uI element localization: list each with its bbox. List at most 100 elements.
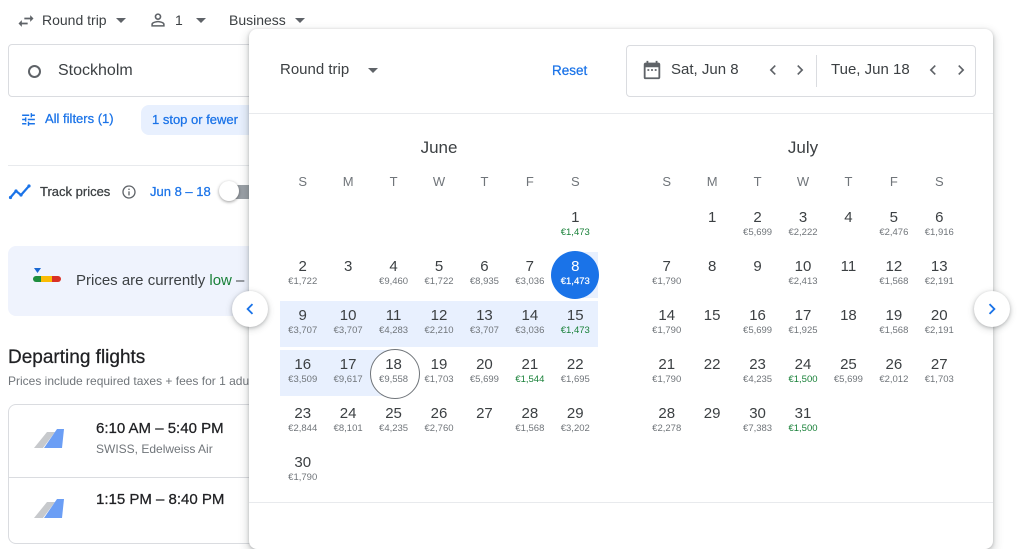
info-icon[interactable]	[121, 184, 137, 200]
calendar-day[interactable]: 4	[826, 203, 871, 249]
calendar-day[interactable]: 18	[826, 301, 871, 347]
calendar-day[interactable]: 15 €1,473	[552, 301, 598, 347]
calendar-empty-cell	[507, 203, 552, 249]
calendar-day[interactable]: 21 €1,544	[507, 350, 552, 396]
calendar-day[interactable]: 1 €1,473	[553, 203, 598, 249]
return-prev-day-chevron-left-icon[interactable]	[923, 60, 943, 80]
price-insight-suffix: –	[231, 272, 245, 289]
departure-date[interactable]: Sat, Jun 8	[671, 61, 739, 79]
calendar-day[interactable]: 26 €2,760	[416, 399, 461, 445]
calendar-day[interactable]: 23 €4,235	[735, 350, 780, 396]
calendar-day[interactable]: 28 €2,278	[644, 399, 689, 445]
date-range-field: Sat, Jun 8 Tue, Jun 18	[626, 45, 976, 97]
calendar-day[interactable]: 19 €1,703	[416, 350, 461, 396]
reset-button[interactable]: Reset	[552, 62, 588, 79]
departure-next-day-chevron-right-icon[interactable]	[790, 60, 810, 80]
calendar-day[interactable]: 14 €3,036	[507, 301, 553, 347]
calendar-day[interactable]: 21 €1,790	[644, 350, 689, 396]
calendar-day[interactable]: 30 €1,790	[280, 448, 325, 494]
calendar-day[interactable]: 2 €1,722	[280, 252, 325, 298]
section-subtitle: Prices include required taxes + fees for…	[8, 374, 256, 388]
calendar-day[interactable]: 10 €2,413	[780, 252, 825, 298]
calendar-day[interactable]: 28 €1,568	[507, 399, 552, 445]
calendar-day[interactable]: 29	[689, 399, 734, 445]
calendar-day[interactable]: 24 €8,101	[325, 399, 370, 445]
previous-month-button[interactable]	[232, 291, 268, 327]
day-number: 4	[844, 209, 853, 226]
calendar-day[interactable]: 1	[689, 203, 734, 249]
calendar-day[interactable]: 16 €3,509	[280, 350, 326, 396]
day-number: 27	[930, 356, 948, 373]
calendar-day[interactable]: 27 €1,703	[917, 350, 962, 396]
day-price: €2,844	[288, 423, 318, 434]
calendar-day[interactable]: 15	[689, 301, 734, 347]
chevron-right-icon	[988, 303, 996, 315]
calendar-day[interactable]: 5 €1,722	[416, 252, 461, 298]
calendar-day[interactable]: 22 €1,695	[553, 350, 598, 396]
calendar-day[interactable]: 3	[325, 252, 370, 298]
day-price-low: €1,473	[560, 276, 590, 287]
calendar-day[interactable]: 16 €5,699	[735, 301, 780, 347]
calendar-day[interactable]: 25 €4,235	[371, 399, 416, 445]
calendar-day[interactable]: 12 €2,210	[416, 301, 462, 347]
calendar-day[interactable]: 29 €3,202	[553, 399, 598, 445]
calendar-day[interactable]: 17 €9,617	[325, 350, 371, 396]
day-number: 27	[476, 405, 493, 422]
weekday-label: T	[389, 174, 398, 189]
calendar-day[interactable]: 23 €2,844	[280, 399, 325, 445]
day-number: 17	[794, 307, 812, 324]
calendar-day[interactable]: 20 €2,191	[917, 301, 962, 347]
calendar-day[interactable]: 9	[735, 252, 780, 298]
next-month-button[interactable]	[974, 291, 1010, 327]
calendar-day[interactable]: 4 €9,460	[371, 252, 416, 298]
airline-logo-icon	[33, 496, 65, 520]
calendar-day[interactable]: 9 €3,707	[280, 301, 326, 347]
calendar-day[interactable]: 25 €5,699	[826, 350, 871, 396]
day-number: 19	[885, 307, 903, 324]
weekday-label: T	[753, 174, 762, 189]
calendar-day[interactable]: 6 €1,916	[917, 203, 962, 249]
calendar-day[interactable]: 13 €2,191	[917, 252, 962, 298]
calendar-day[interactable]: 26 €2,012	[871, 350, 916, 396]
day-number: 18	[385, 356, 402, 373]
calendar-day[interactable]: 5 €2,476	[871, 203, 916, 249]
day-number: 22	[703, 356, 721, 373]
day-price: €3,036	[515, 325, 545, 336]
calendar-day[interactable]: 12 €1,568	[871, 252, 916, 298]
weekday-label: S	[934, 174, 944, 189]
calendar-day[interactable]: 27	[462, 399, 507, 445]
calendar-day[interactable]: 3 €2,222	[780, 203, 825, 249]
calendar-day[interactable]: 7 €1,790	[644, 252, 689, 298]
calendar-day[interactable]: 10 €3,707	[325, 301, 371, 347]
calendar-day[interactable]: 22	[689, 350, 734, 396]
return-next-day-chevron-right-icon[interactable]	[951, 60, 971, 80]
calendar-empty-cell	[325, 203, 370, 249]
calendar-day[interactable]: 20 €5,699	[462, 350, 507, 396]
calendar-day-selected-start[interactable]: 8 €1,473	[551, 251, 600, 299]
day-number: 9	[753, 258, 762, 275]
calendar-day[interactable]: 7 €3,036	[507, 252, 552, 298]
calendar-day[interactable]: 17 €1,925	[780, 301, 825, 347]
day-price: €4,235	[379, 423, 409, 434]
calendar-day[interactable]: 11 €4,283	[370, 301, 417, 347]
day-number: 28	[521, 405, 539, 422]
return-date[interactable]: Tue, Jun 18	[831, 61, 910, 79]
calendar-day[interactable]: 11	[826, 252, 871, 298]
calendar-day[interactable]: 6 €8,935	[462, 252, 507, 298]
calendar-day[interactable]: 31 €1,500	[780, 399, 825, 445]
day-price: €1,790	[652, 325, 682, 336]
day-price: €2,278	[652, 423, 682, 434]
passenger-count: 1	[175, 12, 183, 28]
calendar-day[interactable]: 14 €1,790	[644, 301, 689, 347]
calendar-day[interactable]: 24 €1,500	[780, 350, 825, 396]
calendar-day[interactable]: 2 €5,699	[735, 203, 780, 249]
weekday-label: M	[706, 174, 718, 189]
departure-prev-day-chevron-left-icon[interactable]	[763, 60, 783, 80]
day-number: 5	[889, 209, 899, 226]
calendar-day[interactable]: 30 €7,383	[735, 399, 780, 445]
calendar-day[interactable]: 19 €1,568	[871, 301, 916, 347]
calendar-day[interactable]: 13 €3,707	[461, 301, 508, 347]
day-number: 23	[749, 356, 766, 373]
calendar-day-selected-end[interactable]: 18 €9,558	[369, 349, 421, 399]
calendar-day[interactable]: 8	[689, 252, 734, 298]
